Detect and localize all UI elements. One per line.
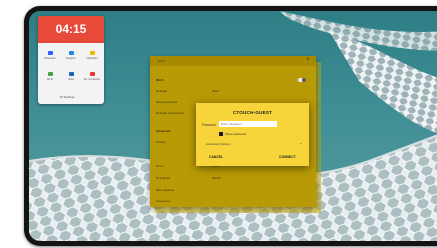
data-icon: [68, 72, 74, 76]
panel-row-frequency: Frequency: [156, 199, 171, 203]
panel-row-mac: MAC address: [156, 188, 175, 192]
connect-dialog: CTOUCH-GUEST Password Show password Adva…: [196, 103, 309, 166]
connect-button[interactable]: CONNECT: [279, 155, 296, 159]
settings-link[interactable]: ⚙ Settings: [60, 95, 74, 99]
chevron-down-icon[interactable]: ⌄: [299, 140, 302, 145]
panel-row-proxy[interactable]: Proxy: [156, 164, 164, 168]
panel-row-saved[interactable]: Saved networks: [156, 100, 177, 104]
panel-row-privacy[interactable]: Privacy: [156, 140, 166, 144]
tablet-frame: 04:15 Bluetooth Rotation Flashlight Wi-F…: [24, 6, 437, 246]
dnd-icon: [89, 72, 95, 76]
rotation-icon: [68, 51, 74, 55]
dnd-toggle[interactable]: Do not disturb: [82, 72, 102, 81]
password-label: Password: [202, 123, 216, 127]
stage: 04:15 Bluetooth Rotation Flashlight Wi-F…: [0, 0, 437, 248]
panel-row-network[interactable]: Network: [156, 89, 167, 93]
wifi-switch[interactable]: [298, 78, 306, 82]
cancel-button[interactable]: CANCEL: [209, 155, 223, 159]
flashlight-toggle[interactable]: Flashlight: [82, 51, 102, 60]
panel-row-network-value: Wi-Fi: [212, 89, 219, 93]
panel-row-ip[interactable]: IP settings: [156, 176, 170, 180]
quick-settings-widget: 04:15 Bluetooth Rotation Flashlight Wi-F…: [38, 16, 104, 104]
close-icon[interactable]: ×: [306, 57, 310, 63]
panel-row-preferences[interactable]: Network preferences: [156, 111, 184, 115]
clock: 04:15: [38, 16, 104, 43]
dialog-title: CTOUCH-GUEST: [232, 110, 273, 115]
data-toggle[interactable]: Data: [61, 72, 81, 81]
panel-title: Wi-Fi: [158, 59, 165, 63]
screen: 04:15 Bluetooth Rotation Flashlight Wi-F…: [29, 11, 437, 241]
panel-row-wifi[interactable]: Wi-Fi: [156, 78, 163, 82]
rotation-toggle[interactable]: Rotation: [61, 51, 81, 60]
wifi-icon: [47, 72, 53, 76]
show-password-label: Show password: [225, 132, 247, 136]
panel-row-ip-value: DHCP: [212, 176, 221, 180]
panel-section-advanced: Advanced: [156, 129, 171, 133]
wifi-toggle[interactable]: Wi-Fi: [40, 72, 60, 81]
advanced-options[interactable]: Advanced Options: [206, 142, 231, 146]
bluetooth-toggle[interactable]: Bluetooth: [40, 51, 60, 60]
gear-icon: ⚙: [60, 95, 63, 99]
password-input[interactable]: [219, 121, 277, 127]
panel-header: Wi-Fi ×: [150, 56, 316, 66]
bluetooth-icon: [47, 51, 53, 55]
flashlight-icon: [89, 51, 95, 55]
show-password-checkbox[interactable]: [219, 132, 223, 136]
